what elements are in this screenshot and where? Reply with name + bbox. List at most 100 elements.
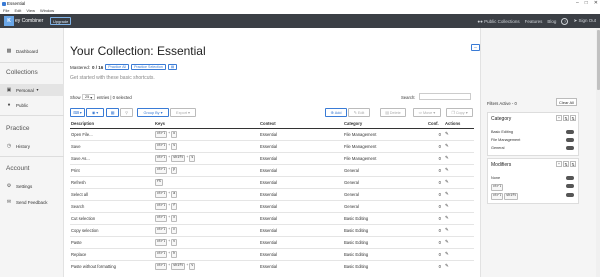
logo[interactable]: K ey Combiner — [4, 16, 43, 26]
people-icon: ●● — [477, 18, 483, 24]
scrollbar-thumb[interactable] — [596, 30, 600, 90]
upgrade-button[interactable]: Upgrade — [50, 17, 72, 25]
sort-alpha-icon[interactable]: ⇅ — [563, 115, 569, 121]
add-button[interactable]: ⊕ Add — [325, 108, 347, 117]
table-row[interactable]: Paste ctrl + v Essential Basic Editing 0 ✎ — [70, 235, 474, 248]
column-header-keys[interactable]: Keys — [154, 120, 259, 129]
table-row[interactable]: Select all ctrl + a Essential General 0 ✎ — [70, 187, 474, 200]
menu-edit[interactable]: Edit — [14, 8, 21, 13]
practice-all-button[interactable]: Practice All — [105, 64, 130, 70]
edit-icon[interactable]: ✎ — [445, 179, 449, 184]
menu-view[interactable]: View — [26, 8, 35, 13]
edit-icon[interactable]: ✎ — [445, 143, 449, 148]
sign-out-link[interactable]: ➤ Sign Out — [573, 18, 596, 24]
sidebar-item-public[interactable]: ● Public — [0, 99, 64, 111]
edit-icon[interactable]: ✎ — [445, 227, 449, 232]
public-collections-link[interactable]: ●● Public Collections — [477, 19, 519, 24]
search-tool-button[interactable]: ⚲ — [120, 108, 133, 117]
minimize-button[interactable]: – — [576, 0, 579, 6]
table-row[interactable]: Paste without formatting ctrl + shift + v Esse… — [70, 259, 474, 272]
description-cell: Save — [70, 139, 154, 152]
chart-icon[interactable]: ▤ — [167, 64, 178, 70]
table-row[interactable]: Search ctrl + f Essential General 0 ✎ — [70, 199, 474, 212]
sidebar-item-personal[interactable]: ▣ Personal ▼ — [0, 84, 64, 96]
collapse-button[interactable]: – — [471, 44, 480, 51]
category-item[interactable]: General — [491, 146, 505, 150]
copy-button[interactable]: ❐ Copy ▾ — [446, 108, 473, 117]
edit-button[interactable]: ✎ Edit — [348, 108, 370, 117]
key-chip: ctrl — [155, 143, 168, 150]
description-cell: Cut selection — [70, 211, 154, 224]
category-cell: Basic Editing — [343, 259, 427, 272]
move-button[interactable]: ⇨ Move ▾ — [413, 108, 441, 117]
sidebar-item-dashboard[interactable]: ▩ Dashboard — [0, 45, 64, 57]
keyboard-filter-button[interactable]: ⌨ ▾ — [70, 108, 85, 117]
dashboard-icon: ▩ — [6, 48, 12, 54]
mastered-value: 0 / 16 — [92, 64, 104, 70]
column-header-context[interactable]: Context — [259, 120, 343, 129]
sort-alpha-icon[interactable]: ⇅ — [563, 161, 569, 167]
clear-all-button[interactable]: Clear All — [556, 98, 577, 106]
table-row[interactable]: Save ctrl + s Essential File Management 0 ✎ — [70, 139, 474, 152]
category-item[interactable]: Basic Editing — [491, 130, 513, 134]
plus-separator: + — [168, 227, 171, 231]
confidence-cell: 0 — [427, 235, 444, 248]
modifier-item[interactable]: ctrl — [491, 184, 504, 191]
edit-icon[interactable]: ✎ — [445, 167, 449, 172]
modifier-item[interactable]: None — [491, 176, 500, 180]
close-button[interactable]: ✕ — [594, 0, 598, 6]
search-input[interactable] — [419, 93, 471, 100]
blog-link[interactable]: Blog — [547, 19, 556, 24]
edit-icon[interactable]: ✎ — [445, 239, 449, 244]
delete-button[interactable]: ▤ Delete — [380, 108, 406, 117]
add-filter-icon[interactable]: + — [556, 161, 562, 167]
sidebar-item-history[interactable]: ◷ History — [0, 140, 64, 152]
edit-icon[interactable]: ✎ — [445, 191, 449, 196]
sidebar-item-label: History — [16, 143, 31, 149]
description-cell: Open File... — [70, 127, 154, 140]
actions-cell: ✎ — [444, 223, 474, 236]
practice-selection-button[interactable]: Practice Selection — [131, 64, 166, 70]
table-row[interactable]: Refresh f5 Essential General 0 ✎ — [70, 175, 474, 188]
sort-count-icon[interactable]: ⇅ — [570, 161, 576, 167]
table-row[interactable]: Print ctrl + p Essential General 0 ✎ — [70, 163, 474, 176]
table-row[interactable]: Replace ctrl + h Essential Basic Editing 0 ✎ — [70, 247, 474, 260]
maximize-button[interactable]: □ — [585, 0, 588, 6]
export-button[interactable]: Export ▾ — [170, 108, 196, 117]
table-row[interactable]: Save As... ctrl + shift + s Essential File Mana… — [70, 151, 474, 164]
context-cell: Essential — [259, 175, 343, 188]
edit-icon[interactable]: ✎ — [445, 155, 449, 160]
edit-icon[interactable]: ✎ — [445, 131, 449, 136]
sidebar-item-settings[interactable]: ⚙ Settings — [0, 180, 64, 192]
confidence-cell: 0 — [427, 175, 444, 188]
actions-cell: ✎ — [444, 211, 474, 224]
table-row[interactable]: Cut selection ctrl + x Essential Basic Editin… — [70, 211, 474, 224]
window-title: Essential — [7, 1, 26, 6]
sort-count-icon[interactable]: ⇅ — [570, 115, 576, 121]
edit-icon[interactable]: ✎ — [445, 203, 449, 208]
entries-select[interactable]: 25 ▾ — [82, 94, 95, 100]
menu-window[interactable]: Window — [40, 8, 54, 13]
edit-icon[interactable]: ✎ — [445, 263, 449, 268]
column-header-conf[interactable]: Conf. — [427, 120, 444, 129]
edit-icon[interactable]: ✎ — [445, 251, 449, 256]
modifiers-filter-title: Modifiers — [491, 162, 512, 168]
table-row[interactable]: Open File... ctrl + o Essential File Manageme… — [70, 127, 474, 140]
column-header-category[interactable]: Category — [343, 120, 427, 129]
edit-icon[interactable]: ✎ — [445, 215, 449, 220]
help-icon[interactable]: ? — [561, 17, 569, 25]
group-by-button[interactable]: Group By ▾ — [137, 108, 169, 117]
category-item[interactable]: File Management — [491, 138, 520, 142]
sidebar-item-send-feedback[interactable]: ✉ Send Feedback — [0, 196, 64, 208]
visibility-button[interactable]: ◉ ▾ — [86, 108, 104, 117]
menu-file[interactable]: File — [3, 8, 9, 13]
column-header-description[interactable]: Description — [70, 120, 154, 129]
sidebar-divider — [0, 156, 64, 157]
features-link[interactable]: Features — [525, 19, 543, 24]
grid-view-button[interactable]: ▦ — [106, 108, 119, 117]
table-row[interactable]: Copy selection ctrl + c Essential Basic Editi… — [70, 223, 474, 236]
confidence-cell: 0 — [427, 151, 444, 164]
search-icon: ⚲ — [125, 111, 128, 115]
modifier-item[interactable]: ctrl shift — [491, 193, 519, 200]
add-filter-icon[interactable]: + — [556, 115, 562, 121]
